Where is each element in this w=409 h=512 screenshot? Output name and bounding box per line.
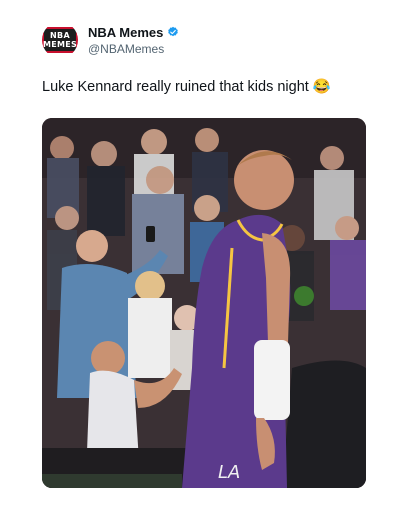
svg-text:LA: LA [218, 462, 240, 483]
media-illustration: LA [42, 118, 366, 488]
tweet-text: Luke Kennard really ruined that kids nig… [42, 79, 331, 95]
tweet-media-image[interactable]: LA [42, 118, 366, 488]
nba-memes-logo: NBA MEMES [42, 27, 78, 53]
account-names: NBA Memes @NBAMemes [88, 25, 179, 56]
logo-line-2: MEMES [42, 40, 78, 49]
verified-badge-icon [168, 26, 179, 37]
logo-line-1: NBA [50, 31, 70, 40]
account-handle[interactable]: @NBAMemes [88, 42, 179, 56]
display-name-row: NBA Memes [88, 25, 179, 40]
account-avatar[interactable]: NBA MEMES [42, 22, 78, 58]
display-name[interactable]: NBA Memes [88, 25, 163, 40]
tweet-header: NBA MEMES NBA Memes @NBAMemes [42, 22, 179, 58]
